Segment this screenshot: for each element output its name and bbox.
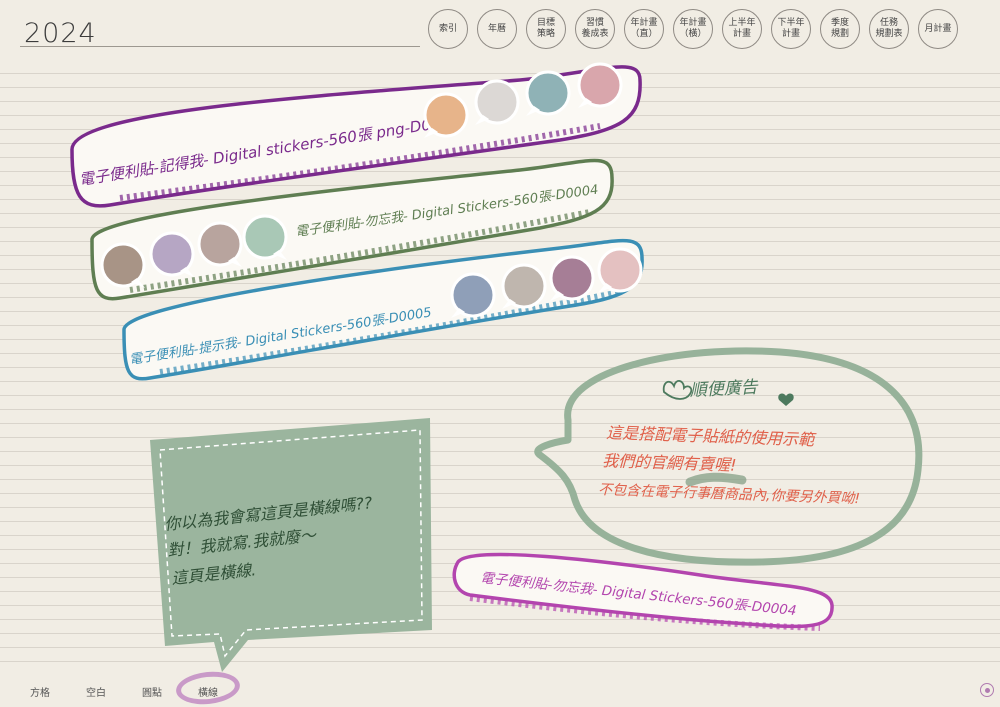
sticker-ad-bubble[interactable]: 順便廣告 這是搭配電子貼紙的使用示範 我們的官網有賣喔! 不包含在電子行事曆商品… bbox=[534, 347, 923, 566]
swatch-bubble bbox=[197, 221, 243, 267]
sticker-banner-magenta[interactable]: 電子便利貼-勿忘我- Digital Stickers-560張-D0004 bbox=[452, 552, 834, 631]
heart-icon bbox=[778, 393, 794, 406]
sticker-canvas: 電子便利貼-記得我- Digital stickers-560張 png-D00… bbox=[70, 62, 923, 672]
home-button[interactable] bbox=[980, 683, 994, 697]
ad-bubble-title: 順便廣告 bbox=[689, 377, 760, 401]
ad-bubble-line2: 我們的官網有賣喔! bbox=[602, 451, 737, 475]
tab-lined[interactable]: 橫線 bbox=[198, 684, 218, 699]
tab-dots[interactable]: 圓點 bbox=[142, 684, 162, 699]
swatch-bubble bbox=[242, 214, 288, 260]
tab-grid[interactable]: 方格 bbox=[30, 684, 50, 699]
swatch-bubble bbox=[597, 247, 643, 293]
sticker-green-note[interactable]: 你以為我會寫這頁是橫線嗎?? 對！我就寫.我就廢～ 這頁是橫線. bbox=[150, 418, 432, 672]
swatch-bubble bbox=[450, 272, 496, 318]
swatch-bubble bbox=[549, 255, 595, 301]
swatch-bubble bbox=[100, 242, 146, 288]
tab-blank[interactable]: 空白 bbox=[86, 684, 106, 699]
swatch-bubble bbox=[577, 62, 623, 108]
swatch-bubble bbox=[474, 79, 520, 125]
bottom-tab-bar: 方格 空白 圓點 橫線 bbox=[0, 668, 300, 707]
ad-bubble-line3: 不包含在電子行事曆商品內,你要另外買呦! bbox=[598, 482, 860, 507]
ad-bubble-line1: 這是搭配電子貼紙的使用示範 bbox=[606, 423, 818, 449]
swatch-bubble bbox=[149, 231, 195, 277]
swatch-bubble bbox=[423, 92, 469, 138]
home-dot-icon bbox=[984, 687, 990, 693]
hand-wave-icon bbox=[662, 380, 693, 400]
swatch-bubble bbox=[525, 70, 571, 116]
swatch-bubble bbox=[501, 263, 547, 309]
